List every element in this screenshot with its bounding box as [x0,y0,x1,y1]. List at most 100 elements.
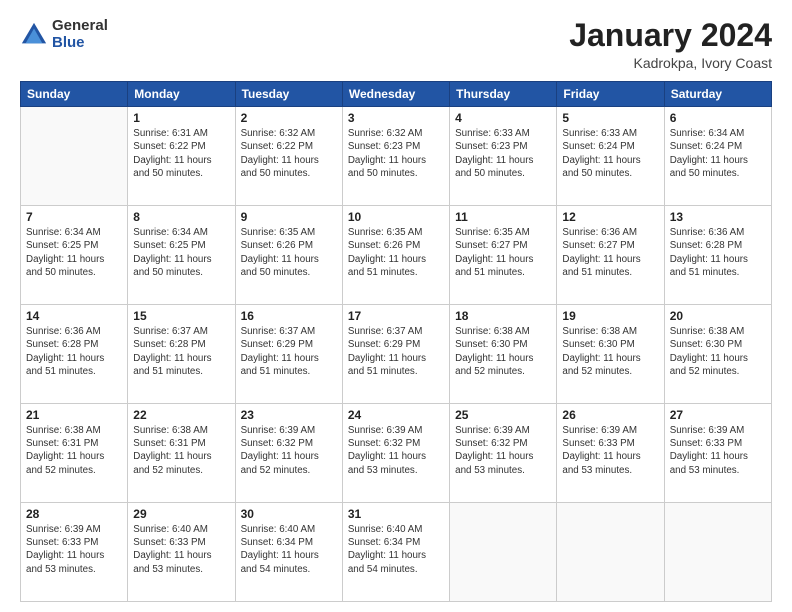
day-cell-11: 11Sunrise: 6:35 AMSunset: 6:27 PMDayligh… [450,206,557,305]
day-info-line: and 54 minutes. [348,564,418,575]
day-info-line: Sunset: 6:25 PM [26,240,98,251]
day-info-line: Daylight: 11 hours [455,155,533,166]
day-info: Sunrise: 6:34 AMSunset: 6:25 PMDaylight:… [26,226,122,279]
day-info-line: Daylight: 11 hours [455,254,533,265]
day-info-line: Sunrise: 6:35 AM [455,227,530,238]
day-info-line: Sunset: 6:30 PM [455,339,527,350]
day-cell-22: 22Sunrise: 6:38 AMSunset: 6:31 PMDayligh… [128,404,235,503]
day-info-line: Sunrise: 6:33 AM [562,128,637,139]
day-info: Sunrise: 6:40 AMSunset: 6:33 PMDaylight:… [133,523,229,576]
day-info-line: Daylight: 11 hours [26,451,104,462]
day-info-line: Sunset: 6:22 PM [133,141,205,152]
day-info-line: Sunset: 6:33 PM [133,537,205,548]
day-number: 1 [133,111,229,125]
day-info-line: Sunset: 6:32 PM [348,438,420,449]
day-info-line: Sunrise: 6:40 AM [241,524,316,535]
empty-cell [450,503,557,602]
day-info-line: Sunrise: 6:36 AM [26,326,101,337]
day-info-line: Sunset: 6:27 PM [455,240,527,251]
day-cell-27: 27Sunrise: 6:39 AMSunset: 6:33 PMDayligh… [664,404,771,503]
day-info-line: Sunrise: 6:37 AM [133,326,208,337]
day-info-line: Daylight: 11 hours [241,155,319,166]
day-number: 5 [562,111,658,125]
day-info-line: Daylight: 11 hours [348,451,426,462]
day-info-line: and 52 minutes. [241,465,311,476]
day-info-line: Daylight: 11 hours [455,353,533,364]
day-info-line: and 50 minutes. [133,168,203,179]
day-info-line: Daylight: 11 hours [348,155,426,166]
day-number: 18 [455,309,551,323]
day-info-line: Sunrise: 6:35 AM [348,227,423,238]
day-cell-13: 13Sunrise: 6:36 AMSunset: 6:28 PMDayligh… [664,206,771,305]
day-info-line: Sunrise: 6:37 AM [348,326,423,337]
day-info-line: Sunset: 6:34 PM [348,537,420,548]
day-info-line: and 50 minutes. [133,267,203,278]
day-info-line: and 53 minutes. [348,465,418,476]
day-info-line: Daylight: 11 hours [348,353,426,364]
day-info: Sunrise: 6:37 AMSunset: 6:28 PMDaylight:… [133,325,229,378]
day-info: Sunrise: 6:38 AMSunset: 6:31 PMDaylight:… [133,424,229,477]
day-info-line: and 51 minutes. [670,267,740,278]
logo-general-text: General [52,18,108,35]
day-cell-17: 17Sunrise: 6:37 AMSunset: 6:29 PMDayligh… [342,305,449,404]
week-row-4: 28 Sunrise: 6:39 AMSunset: 6:33 PMDayligh… [21,503,772,602]
day-info-line: Sunrise: 6:36 AM [670,227,745,238]
day-info-line: Sunrise: 6:36 AM [562,227,637,238]
day-info-line: Sunset: 6:32 PM [455,438,527,449]
day-info-line: Sunrise: 6:39 AM [241,425,316,436]
day-info: Sunrise: 6:35 AM Sunset: 6:27 PM Daylight:… [455,226,551,279]
logo: General Blue [20,18,108,51]
day-info-line: and 50 minutes. [670,168,740,179]
empty-cell [664,503,771,602]
day-info: Sunrise: 6:39 AMSunset: 6:33 PMDaylight:… [26,523,122,576]
day-info-line: and 53 minutes. [455,465,525,476]
day-cell-4: 4Sunrise: 6:33 AMSunset: 6:23 PMDaylight… [450,107,557,206]
day-cell-7: 7Sunrise: 6:34 AMSunset: 6:25 PMDaylight… [21,206,128,305]
day-number: 25 [455,408,551,422]
day-info-line: and 50 minutes. [26,267,96,278]
day-number: 21 [26,408,122,422]
title-block: January 2024 Kadrokpa, Ivory Coast [569,18,772,71]
day-info-line: and 53 minutes. [133,564,203,575]
day-info-line: Sunrise: 6:38 AM [670,326,745,337]
day-info-line: and 52 minutes. [26,465,96,476]
day-info-line: Sunrise: 6:39 AM [670,425,745,436]
day-number: 3 [348,111,444,125]
day-cell-18: 18 Sunrise: 6:38 AM Sunset: 6:30 PM Dayligh… [450,305,557,404]
day-info-line: Daylight: 11 hours [133,155,211,166]
day-info-line: and 51 minutes. [241,366,311,377]
day-number: 28 [26,507,122,521]
day-info: Sunrise: 6:31 AMSunset: 6:22 PMDaylight:… [133,127,229,180]
day-info-line: Sunrise: 6:38 AM [455,326,530,337]
month-year: January 2024 [569,18,772,53]
day-info-line: Sunset: 6:34 PM [241,537,313,548]
day-info-line: Daylight: 11 hours [241,550,319,561]
week-row-2: 14Sunrise: 6:36 AMSunset: 6:28 PMDayligh… [21,305,772,404]
day-info-line: Daylight: 11 hours [348,550,426,561]
day-info-line: Daylight: 11 hours [133,254,211,265]
day-info-line: Daylight: 11 hours [562,155,640,166]
day-info-line: and 50 minutes. [455,168,525,179]
day-info-line: Daylight: 11 hours [241,451,319,462]
week-row-1: 7Sunrise: 6:34 AMSunset: 6:25 PMDaylight… [21,206,772,305]
day-info-line: and 52 minutes. [455,366,525,377]
day-info-line: and 51 minutes. [133,366,203,377]
day-number: 12 [562,210,658,224]
day-cell-16: 16Sunrise: 6:37 AMSunset: 6:29 PMDayligh… [235,305,342,404]
day-info: Sunrise: 6:39 AMSunset: 6:33 PMDaylight:… [562,424,658,477]
day-number: 17 [348,309,444,323]
day-info: Sunrise: 6:34 AMSunset: 6:25 PMDaylight:… [133,226,229,279]
day-info-line: Daylight: 11 hours [241,353,319,364]
day-info-line: Sunset: 6:28 PM [670,240,742,251]
day-info: Sunrise: 6:33 AMSunset: 6:23 PMDaylight:… [455,127,551,180]
day-info-line: Sunset: 6:25 PM [133,240,205,251]
day-info: Sunrise: 6:40 AMSunset: 6:34 PMDaylight:… [348,523,444,576]
day-info-line: and 54 minutes. [241,564,311,575]
day-info-line: Daylight: 11 hours [133,353,211,364]
day-info-line: Daylight: 11 hours [241,254,319,265]
day-info-line: and 50 minutes. [241,267,311,278]
day-info-line: Sunrise: 6:39 AM [455,425,530,436]
day-cell-9: 9Sunrise: 6:35 AMSunset: 6:26 PMDaylight… [235,206,342,305]
location: Kadrokpa, Ivory Coast [569,55,772,71]
day-number: 23 [241,408,337,422]
